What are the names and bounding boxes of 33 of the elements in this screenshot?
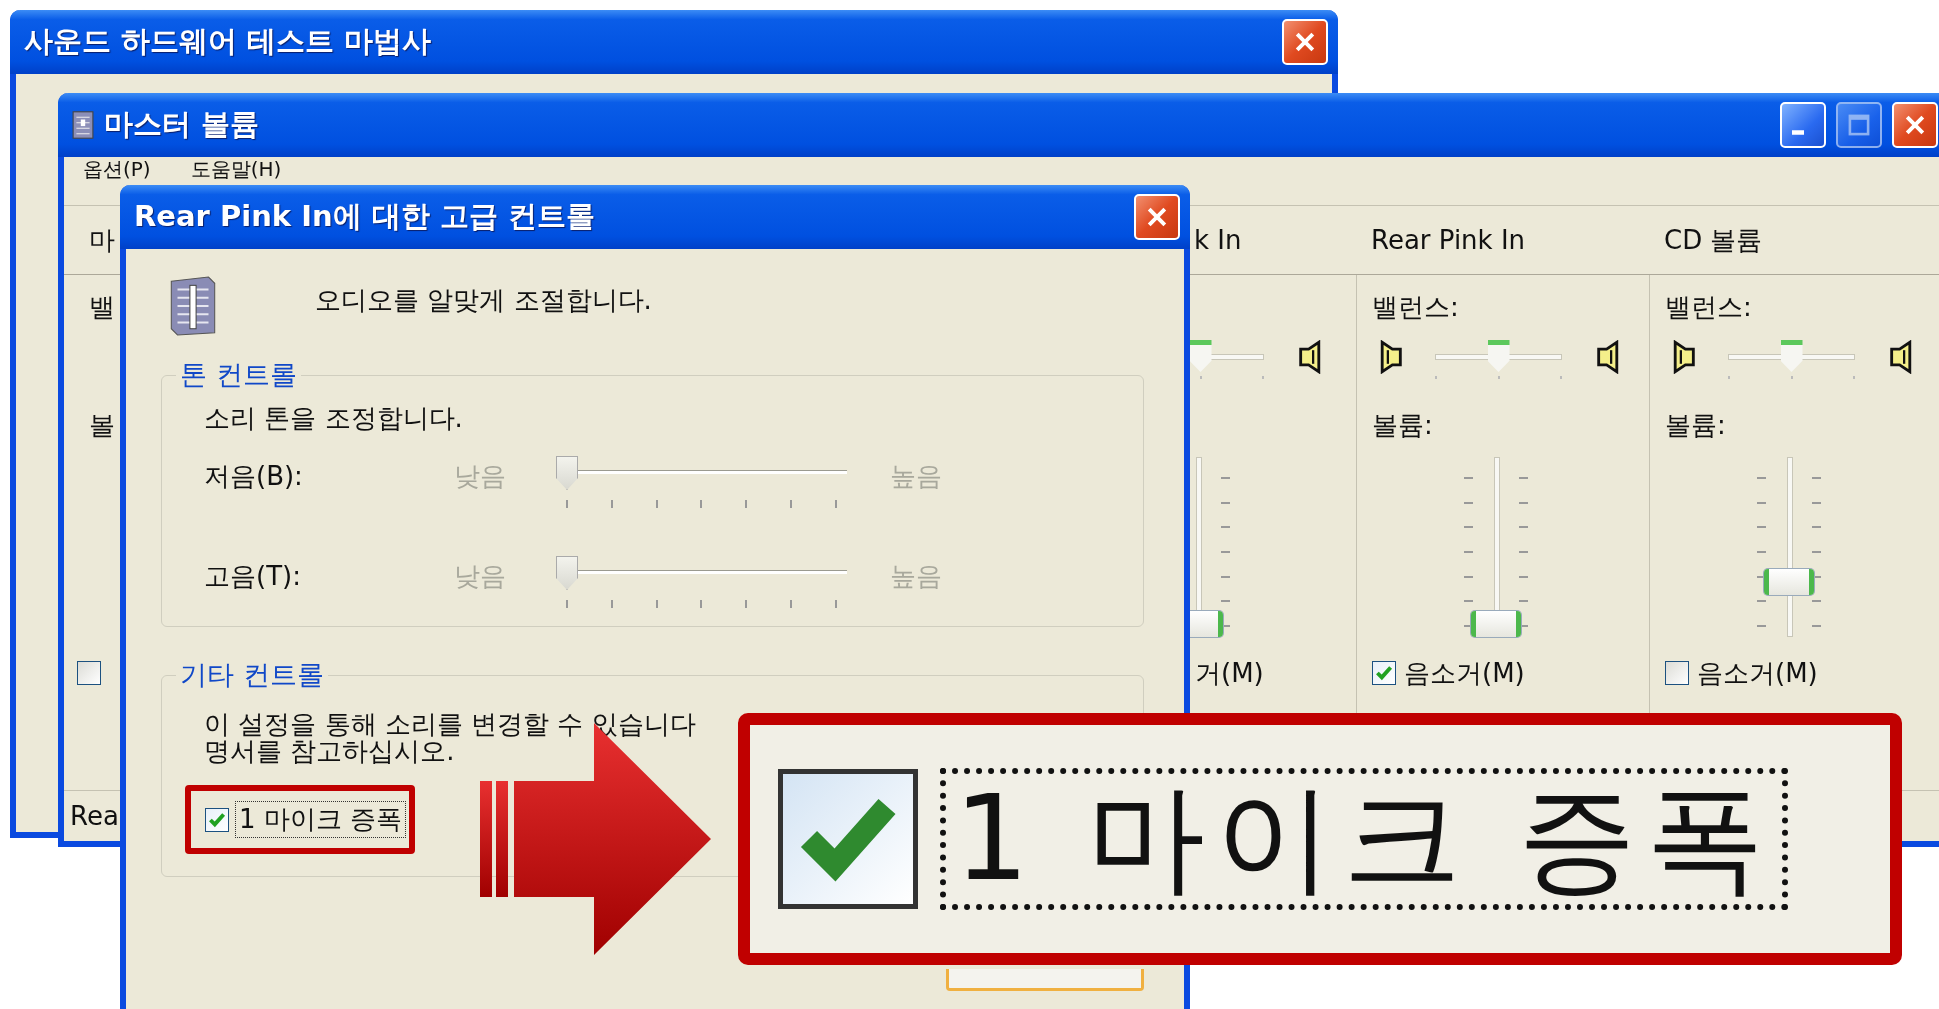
column-header: k In <box>1194 225 1242 255</box>
high-label: 높음 <box>890 560 943 593</box>
low-label: 낮음 <box>454 560 507 593</box>
volume-label: 볼 <box>89 410 115 440</box>
high-label: 높음 <box>890 460 943 493</box>
checkbox-label: 1 마이크 증폭 <box>235 801 407 838</box>
low-label: 낮음 <box>454 460 507 493</box>
balance-label: 밸런스: <box>1372 292 1459 322</box>
window-title: 마스터 볼륨 <box>104 106 260 143</box>
column-header: 마 <box>89 223 115 257</box>
mute-label: 음소거(M) <box>1404 656 1525 690</box>
slider-label: 고음(T): <box>204 560 302 593</box>
window-title: 사운드 하드웨어 테스트 마법사 <box>24 23 432 60</box>
group-label: 기타 컨트롤 <box>179 658 325 692</box>
group-label: 톤 컨트롤 <box>179 358 298 392</box>
dialog-title: Rear Pink In에 대한 고급 컨트롤 <box>134 198 595 235</box>
volume-label: 볼륨: <box>1372 410 1433 440</box>
mute-label: 음소거(M) <box>1697 656 1818 690</box>
checkbox-label: 1 마이크 증폭 <box>940 768 1789 910</box>
balance-label: 밸런스: <box>1665 292 1752 322</box>
mute-label: 거(M) <box>1195 656 1264 690</box>
description-text: 이 설정을 통해 소리를 변경할 수 있습니다 <box>204 711 697 738</box>
intro-text: 오디오를 알맞게 조절합니다. <box>315 284 652 317</box>
description-text: 명서를 참고하십시오. <box>204 738 455 765</box>
menu-item[interactable]: 옵션(P) <box>83 158 151 180</box>
menu-item[interactable]: 도움말(H) <box>190 158 282 180</box>
status-text: Rea <box>70 801 119 831</box>
description-text: 소리 톤을 조정합니다. <box>204 402 464 435</box>
column-header: CD 볼륨 <box>1664 223 1763 257</box>
column-header: Rear Pink In <box>1371 225 1526 255</box>
slider-label: 저음(B): <box>204 460 304 493</box>
balance-label: 밸 <box>89 292 115 322</box>
volume-label: 볼륨: <box>1665 410 1726 440</box>
